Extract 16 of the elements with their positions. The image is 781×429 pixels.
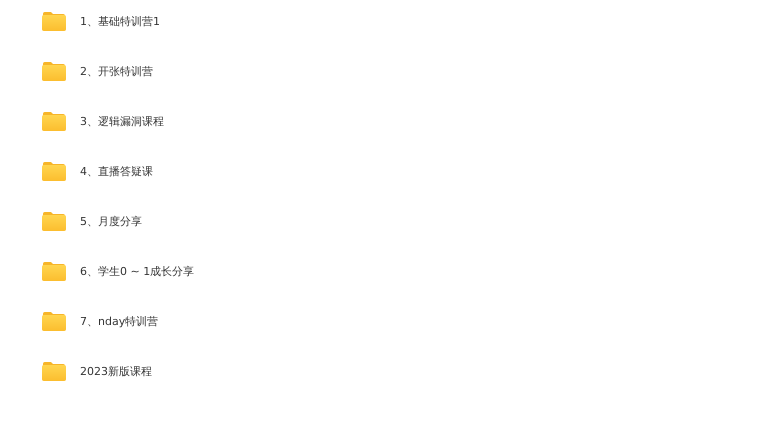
folder-name[interactable]: 6、学生0 ~ 1成长分享: [80, 264, 194, 278]
folder-icon[interactable]: [42, 361, 66, 381]
folder-icon[interactable]: [42, 11, 66, 31]
folder-name[interactable]: 3、逻辑漏洞课程: [80, 114, 164, 128]
folder-name[interactable]: 7、nday特训营: [80, 314, 158, 328]
folder-name[interactable]: 2、开张特训营: [80, 64, 153, 78]
folder-name[interactable]: 4、直播答疑课: [80, 164, 153, 178]
folder-icon[interactable]: [42, 161, 66, 181]
folder-icon[interactable]: [42, 111, 66, 131]
folder-name[interactable]: 2023新版课程: [80, 364, 152, 378]
folder-icon[interactable]: [42, 261, 66, 281]
folder-icon[interactable]: [42, 211, 66, 231]
folder-name[interactable]: 5、月度分享: [80, 214, 142, 228]
folder-name[interactable]: 1、基础特训营1: [80, 14, 160, 28]
folder-icon[interactable]: [42, 61, 66, 81]
folder-icon[interactable]: [42, 311, 66, 331]
